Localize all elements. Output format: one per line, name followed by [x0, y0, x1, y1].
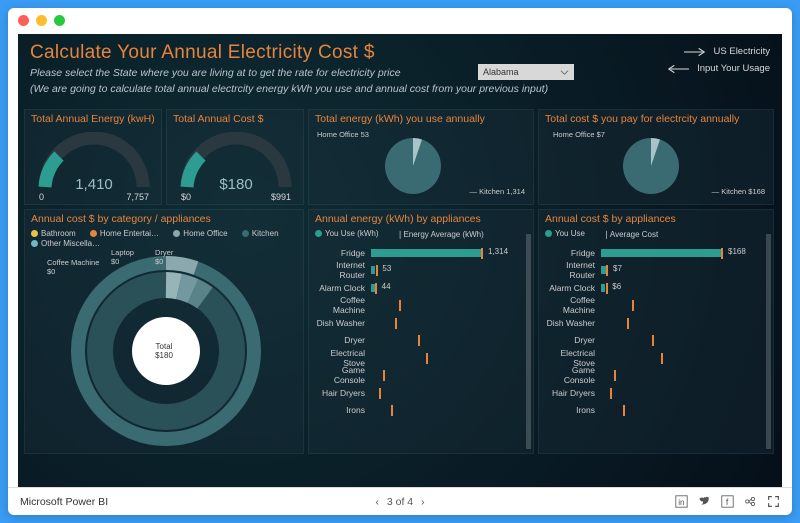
- bar-row: Irons: [539, 402, 763, 420]
- bar-label: Internet Router: [539, 260, 601, 280]
- pie-cost-panel[interactable]: Total cost $ you pay for electrcity annu…: [538, 109, 774, 205]
- pie-cost: [621, 136, 681, 196]
- bar-row: Alarm Clock44: [309, 279, 523, 297]
- bar-row: Internet Router$7: [539, 262, 763, 280]
- bar-label: Coffee Machine: [309, 295, 371, 315]
- bar-label: Hair Dryers: [539, 388, 601, 398]
- bar-label: Coffee Machine: [539, 295, 601, 315]
- twitter-icon[interactable]: [698, 495, 711, 508]
- pie-energy-panel[interactable]: Total energy (kWh) you use annually Home…: [308, 109, 534, 205]
- pager: ‹ 3 of 4 ›: [375, 496, 424, 508]
- bar-label: Dryer: [309, 335, 371, 345]
- arrow-left-icon: [667, 64, 689, 74]
- bar-label: Fridge: [539, 248, 601, 258]
- page-prev-button[interactable]: ‹: [375, 496, 379, 508]
- bar-row: Electrical Stove: [309, 349, 523, 367]
- svg-text:f: f: [726, 497, 729, 507]
- bar-label: Fridge: [309, 248, 371, 258]
- bar-row: Irons: [309, 402, 523, 420]
- page-next-button[interactable]: ›: [421, 496, 425, 508]
- donut-center: Total$180: [25, 342, 303, 360]
- gauge-cost-panel[interactable]: Total Annual Cost $ $180 $0 $991: [166, 109, 304, 205]
- bars-energy-panel[interactable]: Annual energy (kWh) by appliances You Us…: [308, 209, 534, 454]
- page-indicator: 3 of 4: [387, 496, 413, 508]
- linkedin-icon[interactable]: in: [675, 495, 688, 508]
- scrollbar[interactable]: [766, 234, 771, 449]
- bar-row: Dish Washer: [539, 314, 763, 332]
- scrollbar[interactable]: [526, 234, 531, 449]
- bar-row: Game Console: [539, 367, 763, 385]
- bar-row: Hair Dryers: [539, 384, 763, 402]
- bar-row: Hair Dryers: [309, 384, 523, 402]
- bar-label: Dish Washer: [539, 318, 601, 328]
- svg-text:in: in: [678, 498, 684, 507]
- close-icon[interactable]: [18, 15, 29, 26]
- bar-label: Game Console: [309, 365, 371, 385]
- report-canvas: Calculate Your Annual Electricity Cost $…: [18, 34, 782, 487]
- fullscreen-icon[interactable]: [767, 495, 780, 508]
- bar-row: Dryer: [309, 332, 523, 350]
- bar-label: Alarm Clock: [539, 283, 601, 293]
- pie-energy: [383, 136, 443, 196]
- chevron-down-icon: [560, 68, 569, 77]
- bar-label: Dish Washer: [309, 318, 371, 328]
- maximize-icon[interactable]: [54, 15, 65, 26]
- minimize-icon[interactable]: [36, 15, 47, 26]
- nav-input-usage[interactable]: Input Your Usage: [667, 63, 770, 74]
- bar-label: Alarm Clock: [309, 283, 371, 293]
- bar-label: Irons: [309, 405, 371, 415]
- donut-legend: Bathroom Home Entertai… Home Office Kitc…: [25, 228, 303, 250]
- bar-row: Coffee Machine: [539, 297, 763, 315]
- page-subtitle-2: (We are going to calculate total annual …: [30, 82, 770, 96]
- bars-cost-panel[interactable]: Annual cost $ by appliances You Use ❘ Av…: [538, 209, 774, 454]
- gauge-energy-panel[interactable]: Total Annual Energy (kwH) 1,410 0 7,757: [24, 109, 162, 205]
- bar-row: Game Console: [309, 367, 523, 385]
- donut-panel[interactable]: Annual cost $ by category / appliances B…: [24, 209, 304, 454]
- bar-row: Electrical Stove: [539, 349, 763, 367]
- page-title: Calculate Your Annual Electricity Cost $: [30, 42, 770, 64]
- app-window: Calculate Your Annual Electricity Cost $…: [8, 8, 792, 515]
- page-subtitle-1: Please select the State where you are li…: [30, 66, 770, 80]
- brand-label: Microsoft Power BI: [20, 496, 108, 508]
- bar-label: Hair Dryers: [309, 388, 371, 398]
- arrow-right-icon: [684, 47, 706, 57]
- bar-row: Alarm Clock$6: [539, 279, 763, 297]
- footer: Microsoft Power BI ‹ 3 of 4 › in f: [8, 487, 792, 515]
- state-dropdown-value: Alabama: [483, 67, 519, 77]
- facebook-icon[interactable]: f: [721, 495, 734, 508]
- bar-row: Fridge1,314: [309, 244, 523, 262]
- bar-row: Coffee Machine: [309, 297, 523, 315]
- window-controls: [8, 8, 792, 34]
- bar-label: Dryer: [539, 335, 601, 345]
- bar-row: Dish Washer: [309, 314, 523, 332]
- state-dropdown[interactable]: Alabama: [478, 64, 574, 80]
- bar-row: Dryer: [539, 332, 763, 350]
- bar-label: Game Console: [539, 365, 601, 385]
- bar-label: Irons: [539, 405, 601, 415]
- bar-row: Internet Router53: [309, 262, 523, 280]
- nav-us-electricity[interactable]: US Electricity: [667, 46, 770, 57]
- share-icon[interactable]: [744, 495, 757, 508]
- nav-links: US Electricity Input Your Usage: [667, 46, 770, 80]
- bar-row: Fridge$168: [539, 244, 763, 262]
- bar-label: Internet Router: [309, 260, 371, 280]
